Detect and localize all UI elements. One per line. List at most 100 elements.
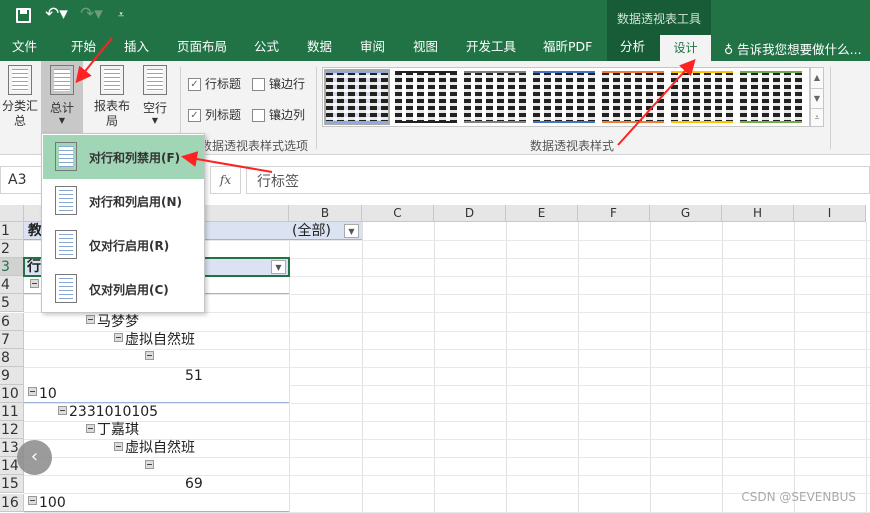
tab-file[interactable]: 文件 [12,33,37,61]
style-options-group-label: 数据透视表样式选项 [200,139,309,153]
column-header[interactable]: F [578,205,650,222]
row-headers-checkbox[interactable]: ✓ 行标题 [188,75,241,92]
pivot-style-thumbnail[interactable] [671,71,733,123]
cell-a1[interactable]: 教 [28,222,42,240]
banded-rows-checkbox[interactable]: 镶边行 [252,75,305,92]
row-headers-label: 行标题 [205,77,242,91]
row-header[interactable]: 6 [0,312,24,331]
grand-totals-menu: 对行和列禁用(F) 对行和列启用(N) 仅对行启用(R) 仅对列启用(C) [41,133,205,313]
back-nav-button[interactable]: ‹ [17,440,52,475]
menu-item-label: 对行和列禁用(F) [89,151,181,165]
pivot-style-thumbnail[interactable] [324,69,390,125]
menu-item[interactable]: 对行和列启用(N) [43,179,204,223]
save-icon[interactable] [16,8,31,23]
row-header[interactable]: 9 [0,366,24,385]
row-header[interactable]: 15 [0,475,24,494]
tab-view[interactable]: 视图 [413,33,438,61]
tab-analyze[interactable]: 分析 [620,33,645,61]
tab-review[interactable]: 审阅 [360,33,385,61]
collapse-icon[interactable] [28,496,37,505]
pivot-style-thumbnail[interactable] [464,71,526,123]
column-header[interactable]: E [506,205,578,222]
row-header[interactable]: 4 [0,276,24,295]
filter-dropdown-icon[interactable]: ▼ [344,224,359,238]
column-header[interactable]: H [722,205,794,222]
row-header[interactable]: 1 [0,222,24,240]
row-header[interactable]: 2 [0,240,24,259]
gallery-scroll[interactable]: ▲ ▼ ⩡ [810,67,824,127]
collapse-icon[interactable] [28,387,37,397]
column-header[interactable]: C [362,205,434,222]
redo-icon[interactable]: ↷▾ [80,4,103,24]
collapse-icon[interactable] [145,351,154,361]
row-header[interactable]: 5 [0,294,24,313]
cell-a7[interactable]: 虚拟自然班 [114,331,195,349]
formula-input[interactable]: 行标签 [246,166,870,194]
banded-columns-checkbox[interactable]: 镶边列 [252,106,305,123]
tab-foxit-pdf[interactable]: 福昕PDF [543,33,592,61]
row-header[interactable]: 11 [0,403,24,421]
pivot-style-gallery[interactable] [322,67,810,127]
collapse-icon[interactable] [86,423,95,433]
collapse-icon[interactable] [86,315,95,324]
cell-b1[interactable]: (全部) [292,222,331,240]
cell-a15[interactable]: 69 [185,475,203,493]
blank-rows-button[interactable]: 空行 ▼ [138,65,172,125]
column-header[interactable]: B [289,205,362,222]
column-header[interactable]: D [434,205,506,222]
collapse-icon[interactable] [30,278,39,288]
cell-a3[interactable]: 行 [27,258,41,276]
filter-dropdown-icon[interactable]: ▼ [271,260,286,275]
cell-a12[interactable]: 丁嘉琪 [86,421,139,439]
cell-a6[interactable]: 马梦梦 [86,313,139,331]
column-headers-checkbox[interactable]: ✓ 列标题 [188,106,241,123]
tab-developer[interactable]: 开发工具 [466,33,516,61]
collapse-icon[interactable] [145,459,154,469]
grand-totals-button[interactable]: 总计 ▼ [41,61,83,133]
blank-rows-label: 空行 [142,101,167,115]
subtotals-button[interactable]: 分类汇总 [0,65,40,129]
tab-insert[interactable]: 插入 [124,33,149,61]
collapse-icon[interactable] [58,405,67,415]
tell-me-box[interactable]: ♁ 告诉我您想要做什么... [724,39,862,58]
pivot-style-thumbnail[interactable] [602,71,664,123]
row-header[interactable]: 3 [0,258,24,277]
report-layout-button[interactable]: 报表布局 [90,65,134,129]
row-header[interactable]: 16 [0,493,24,512]
pivot-style-thumbnail[interactable] [395,71,457,123]
collapse-icon[interactable] [114,333,123,343]
tab-page-layout[interactable]: 页面布局 [177,33,227,61]
tab-design[interactable]: 设计 [660,35,711,61]
cell-a11[interactable]: 2331010105 [58,403,158,421]
undo-icon[interactable]: ↶▾ [45,4,68,24]
subtotals-label: 分类汇总 [1,99,38,128]
menu-item[interactable]: 仅对行启用(R) [43,223,204,267]
cell-collapse[interactable] [30,276,41,294]
grand-totals-label: 总计 [49,101,74,115]
cell-collapse[interactable] [145,457,156,475]
row-header[interactable]: 10 [0,384,24,403]
pivot-style-thumbnail[interactable] [740,71,802,123]
pivot-style-thumbnail[interactable] [533,71,595,123]
cell-a16[interactable]: 100 [28,494,66,512]
cell-a13[interactable]: 虚拟自然班 [114,439,195,457]
menu-item[interactable]: 仅对列启用(C) [43,267,204,311]
row-header[interactable]: 8 [0,348,24,367]
collapse-icon[interactable] [114,441,123,451]
cell-value: 虚拟自然班 [125,331,195,348]
row-header[interactable]: 12 [0,421,24,440]
tab-data[interactable]: 数据 [307,33,332,61]
cell-a9[interactable]: 51 [185,367,203,385]
column-header[interactable]: G [650,205,722,222]
tell-me-text: 告诉我您想要做什么... [737,42,862,57]
cell-collapse[interactable] [145,349,156,367]
insert-function-button[interactable]: fx [210,166,241,194]
tab-home[interactable]: 开始 [71,33,96,61]
column-header[interactable]: I [794,205,866,222]
row-header[interactable]: 7 [0,330,24,349]
menu-item[interactable]: 对行和列禁用(F) [43,135,204,179]
select-all-corner[interactable] [0,205,24,222]
tab-formulas[interactable]: 公式 [254,33,279,61]
customize-icon[interactable]: ⩡ [118,8,124,22]
cell-a10[interactable]: 10 [28,385,57,403]
